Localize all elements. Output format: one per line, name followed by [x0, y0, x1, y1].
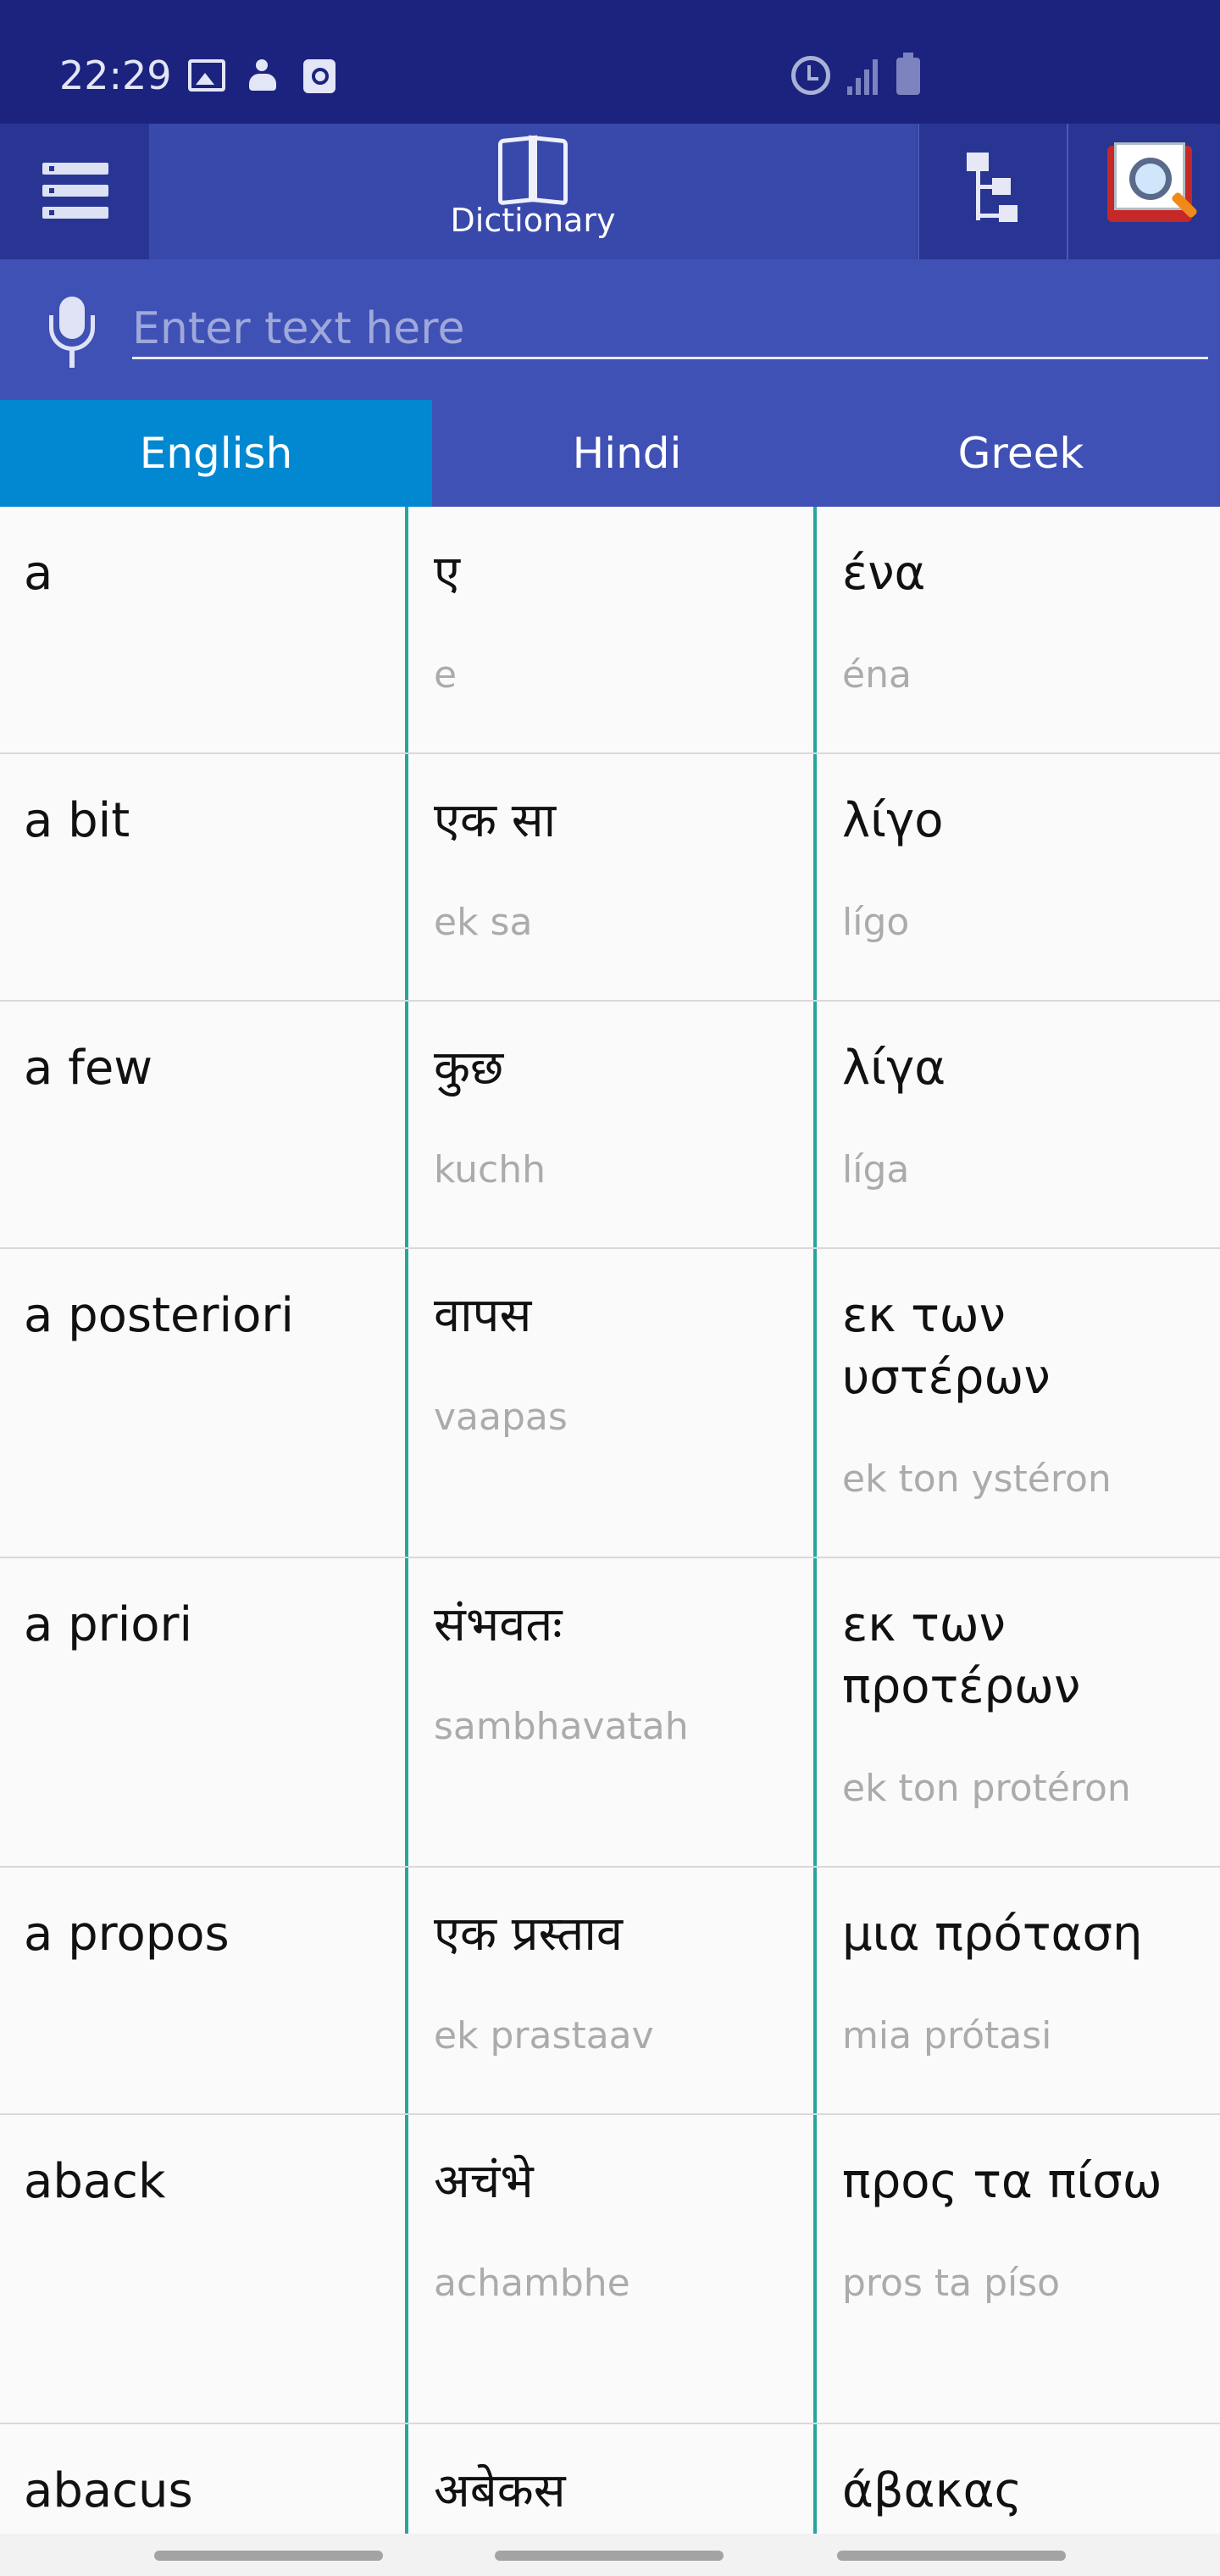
greek-transliteration: líga — [842, 1148, 910, 1191]
english-cell: a — [0, 507, 405, 752]
greek-word: λίγα — [842, 1041, 946, 1096]
hindi-transliteration: e — [434, 653, 458, 697]
toolbar: Dictionary — [0, 124, 1220, 259]
hindi-cell: एक सा ek sa — [405, 754, 813, 1000]
tab-dictionary-label: Dictionary — [450, 202, 616, 239]
language-tabs: English Hindi Greek — [0, 400, 1220, 507]
hindi-word: वापस — [434, 1288, 532, 1343]
status-bar: 22:29 — [0, 0, 1220, 124]
tab-hindi[interactable]: Hindi — [432, 400, 822, 507]
search-bar — [0, 259, 1220, 400]
english-word: a — [24, 546, 53, 601]
home-handle[interactable] — [495, 2551, 724, 2561]
table-row[interactable]: a priori संभवतः sambhavatah εκ των προτέ… — [0, 1558, 1220, 1868]
hindi-cell: अचंभे achambhe — [405, 2115, 813, 2423]
english-cell: abacus — [0, 2424, 405, 2534]
table-row[interactable]: a bit एक सा ek sa λίγο lígo — [0, 754, 1220, 1002]
greek-cell: λίγο lígo — [813, 754, 1220, 1000]
hindi-word: अबेकस — [434, 2463, 566, 2518]
table-row[interactable]: aback अचंभे achambhe προς τα πίσω pros t… — [0, 2115, 1220, 2424]
english-cell: a priori — [0, 1558, 405, 1866]
hindi-transliteration: ek sa — [434, 901, 533, 944]
hindi-cell: ए e — [405, 507, 813, 752]
search-input[interactable] — [132, 300, 1208, 359]
book-icon — [498, 137, 568, 198]
greek-word: μια πρόταση — [842, 1907, 1143, 1962]
status-time: 22:29 — [59, 53, 172, 98]
english-cell: a propos — [0, 1868, 405, 2113]
table-row[interactable]: a few कुछ kuchh λίγα líga — [0, 1002, 1220, 1249]
hindi-transliteration: kuchh — [434, 1148, 546, 1191]
english-word: a priori — [24, 1597, 193, 1652]
recents-handle[interactable] — [154, 2551, 383, 2561]
microphone-icon[interactable] — [42, 297, 102, 373]
greek-transliteration: ek ton protéron — [842, 1767, 1131, 1810]
hindi-transliteration: ek prastaav — [434, 2014, 654, 2057]
english-word: aback — [24, 2154, 166, 2209]
greek-transliteration: lígo — [842, 901, 910, 944]
alarm-icon — [791, 56, 830, 95]
english-word: a bit — [24, 793, 130, 848]
greek-cell: λίγα líga — [813, 1002, 1220, 1247]
english-word: abacus — [24, 2463, 193, 2518]
hindi-cell: संभवतः sambhavatah — [405, 1558, 813, 1866]
greek-cell: μια πρόταση mia prótasi — [813, 1868, 1220, 2113]
hindi-cell: वापस vaapas — [405, 1249, 813, 1557]
hindi-cell: एक प्रस्ताव ek prastaav — [405, 1868, 813, 2113]
tree-button[interactable] — [918, 124, 1067, 259]
english-cell: a posteriori — [0, 1249, 405, 1557]
greek-word: άβακας — [842, 2463, 1023, 2518]
gallery-icon — [188, 59, 225, 92]
hindi-word: अचंभे — [434, 2154, 534, 2209]
english-cell: a bit — [0, 754, 405, 1000]
tree-icon — [962, 153, 1029, 229]
tab-dictionary[interactable]: Dictionary — [149, 124, 917, 259]
greek-word: ένα — [842, 546, 926, 601]
table-row[interactable]: a ए e ένα éna — [0, 507, 1220, 754]
greek-transliteration: éna — [842, 653, 912, 697]
greek-cell: προς τα πίσω pros ta píso — [813, 2115, 1220, 2423]
greek-cell: ένα éna — [813, 507, 1220, 752]
greek-transliteration: mia prótasi — [842, 2014, 1052, 2057]
table-row[interactable]: a propos एक प्रस्ताव ek prastaav μια πρό… — [0, 1868, 1220, 2115]
hindi-transliteration: sambhavatah — [434, 1705, 689, 1748]
greek-cell: άβακας — [813, 2424, 1220, 2534]
greek-word: εκ των υστέρων — [842, 1288, 1051, 1405]
hindi-cell: अबेकस — [405, 2424, 813, 2534]
greek-word: εκ των προτέρων — [842, 1597, 1081, 1714]
english-cell: a few — [0, 1002, 405, 1247]
tab-english[interactable]: English — [0, 400, 432, 507]
greek-cell: εκ των υστέρων ek ton ystéron — [813, 1249, 1220, 1557]
hindi-word: एक प्रस्ताव — [434, 1907, 623, 1962]
dictionary-search-button[interactable] — [1067, 124, 1220, 259]
app-icon — [303, 59, 336, 93]
dictionary-table: a ए e ένα éna a bit एक सा ek sa λίγο líg… — [0, 507, 1220, 2534]
back-handle[interactable] — [837, 2551, 1066, 2561]
hindi-transliteration: achambhe — [434, 2262, 630, 2305]
hindi-transliteration: vaapas — [434, 1396, 568, 1439]
english-cell: aback — [0, 2115, 405, 2423]
greek-word: προς τα πίσω — [842, 2154, 1162, 2209]
greek-transliteration: pros ta píso — [842, 2262, 1061, 2305]
menu-button[interactable] — [0, 124, 149, 259]
hindi-cell: कुछ kuchh — [405, 1002, 813, 1247]
battery-icon — [896, 53, 920, 95]
person-icon — [246, 59, 280, 93]
english-word: a propos — [24, 1907, 230, 1962]
english-word: a posteriori — [24, 1288, 294, 1343]
greek-word: λίγο — [842, 793, 944, 848]
hindi-word: ए — [434, 546, 460, 601]
table-row[interactable]: a posteriori वापस vaapas εκ των υστέρων … — [0, 1249, 1220, 1558]
hindi-word: कुछ — [434, 1041, 504, 1096]
hindi-word: एक सा — [434, 793, 557, 848]
table-row[interactable]: abacus अबेकस άβακας — [0, 2424, 1220, 2534]
signal-icon — [847, 58, 881, 95]
navigation-bar — [0, 2534, 1220, 2576]
tab-greek[interactable]: Greek — [822, 400, 1220, 507]
hindi-word: संभवतः — [434, 1597, 563, 1652]
english-word: a few — [24, 1041, 153, 1096]
greek-cell: εκ των προτέρων ek ton protéron — [813, 1558, 1220, 1866]
greek-transliteration: ek ton ystéron — [842, 1457, 1112, 1501]
